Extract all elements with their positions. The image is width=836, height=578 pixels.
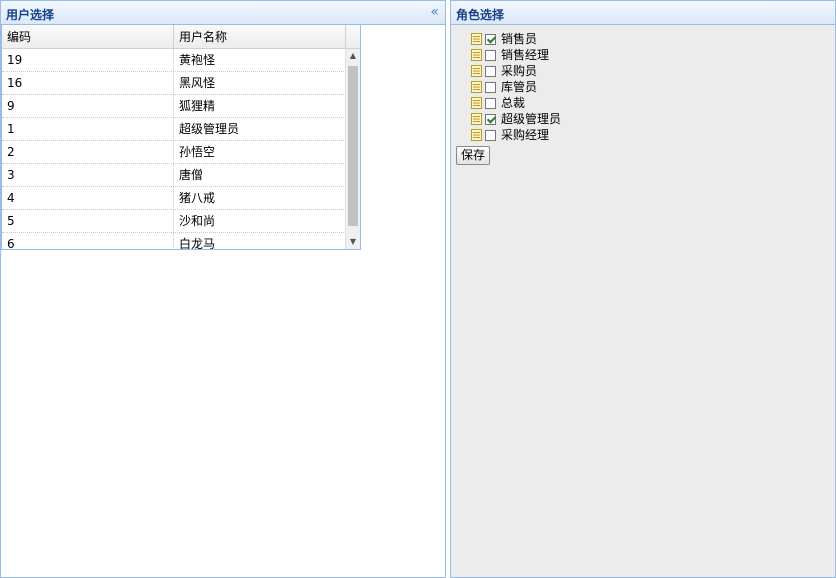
cell-id: 3 bbox=[2, 164, 174, 187]
cell-name: 猪八戒 bbox=[179, 191, 216, 205]
document-icon bbox=[471, 81, 482, 93]
table-row[interactable]: 1 超级管理员 bbox=[2, 118, 346, 141]
role-checkbox[interactable] bbox=[485, 65, 496, 77]
table-row[interactable]: 3 唐僧 bbox=[2, 164, 346, 187]
user-grid: 编码 用户名称 19 黄袍怪 16 黑风怪 9 狐狸精 1 超级管理员 2 孙悟… bbox=[1, 25, 361, 250]
scroll-down-arrow-icon[interactable]: ▼ bbox=[346, 235, 360, 249]
table-row[interactable]: 6 白龙马 bbox=[2, 233, 346, 249]
role-tree-node: 超级管理员 bbox=[471, 111, 561, 127]
role-label[interactable]: 超级管理员 bbox=[501, 111, 561, 127]
cell-name: 黄袍怪 bbox=[179, 53, 216, 67]
document-icon bbox=[471, 97, 482, 109]
role-label[interactable]: 销售员 bbox=[501, 31, 537, 47]
table-row[interactable]: 16 黑风怪 bbox=[2, 72, 346, 95]
table-row[interactable]: 4 猪八戒 bbox=[2, 187, 346, 210]
role-checkbox[interactable] bbox=[485, 81, 496, 93]
user-select-panel-title: 用户选择 bbox=[6, 8, 55, 22]
role-select-panel-header: 角色选择 bbox=[451, 1, 835, 25]
save-button[interactable]: 保存 bbox=[456, 146, 491, 165]
role-tree-node: 销售员 bbox=[471, 31, 561, 47]
grid-scrollbar[interactable]: ▲ ▼ bbox=[345, 49, 360, 249]
document-icon bbox=[471, 65, 482, 77]
role-tree-node: 库管员 bbox=[471, 79, 561, 95]
column-header-id[interactable]: 编码 bbox=[2, 25, 174, 49]
role-select-panel-title: 角色选择 bbox=[456, 8, 505, 22]
cell-name: 唐僧 bbox=[179, 168, 204, 182]
user-select-panel-header: 用户选择 « bbox=[1, 1, 445, 25]
role-tree-node: 销售经理 bbox=[471, 47, 561, 63]
cell-name: 沙和尚 bbox=[179, 214, 216, 228]
role-checkbox[interactable] bbox=[485, 129, 496, 141]
role-tree-node: 采购经理 bbox=[471, 127, 561, 143]
role-label[interactable]: 销售经理 bbox=[501, 47, 549, 63]
role-checkbox[interactable] bbox=[485, 33, 496, 45]
role-tree: 销售员 销售经理 采购员 库管员 总裁 超级管理员 采购经理 bbox=[471, 31, 561, 143]
role-select-panel: 角色选择 销售员 销售经理 采购员 库管员 总裁 超级管理员 采购经理 保存 bbox=[450, 0, 836, 578]
user-grid-header: 编码 用户名称 bbox=[2, 25, 360, 49]
document-icon bbox=[471, 129, 482, 141]
role-label[interactable]: 采购员 bbox=[501, 63, 537, 79]
table-row[interactable]: 2 孙悟空 bbox=[2, 141, 346, 164]
cell-id: 16 bbox=[2, 72, 174, 95]
cell-name: 黑风怪 bbox=[179, 76, 216, 90]
role-label[interactable]: 库管员 bbox=[501, 79, 537, 95]
cell-id: 9 bbox=[2, 95, 174, 118]
role-checkbox[interactable] bbox=[485, 97, 496, 109]
scroll-thumb[interactable] bbox=[348, 66, 358, 226]
column-header-spacer bbox=[346, 25, 360, 49]
user-grid-body: 19 黄袍怪 16 黑风怪 9 狐狸精 1 超级管理员 2 孙悟空 3 唐僧 4… bbox=[2, 49, 346, 249]
role-label[interactable]: 总裁 bbox=[501, 95, 525, 111]
cell-id: 1 bbox=[2, 118, 174, 141]
cell-id: 19 bbox=[2, 49, 174, 72]
cell-id: 4 bbox=[2, 187, 174, 210]
cell-name: 超级管理员 bbox=[179, 122, 240, 136]
double-chevron-left-icon[interactable]: « bbox=[430, 4, 439, 20]
table-row[interactable]: 19 黄袍怪 bbox=[2, 49, 346, 72]
role-label[interactable]: 采购经理 bbox=[501, 127, 549, 143]
role-checkbox[interactable] bbox=[485, 113, 496, 125]
cell-id: 5 bbox=[2, 210, 174, 233]
column-header-name[interactable]: 用户名称 bbox=[174, 25, 346, 49]
role-tree-node: 总裁 bbox=[471, 95, 561, 111]
table-row[interactable]: 5 沙和尚 bbox=[2, 210, 346, 233]
cell-id: 6 bbox=[2, 233, 174, 249]
table-row[interactable]: 9 狐狸精 bbox=[2, 95, 346, 118]
user-select-panel: 用户选择 « 编码 用户名称 19 黄袍怪 16 黑风怪 9 狐狸精 1 超级管… bbox=[0, 0, 446, 578]
cell-name: 孙悟空 bbox=[179, 145, 216, 159]
document-icon bbox=[471, 49, 482, 61]
role-tree-node: 采购员 bbox=[471, 63, 561, 79]
cell-id: 2 bbox=[2, 141, 174, 164]
scroll-up-arrow-icon[interactable]: ▲ bbox=[346, 49, 360, 63]
cell-name: 白龙马 bbox=[179, 237, 216, 249]
role-checkbox[interactable] bbox=[485, 49, 496, 61]
cell-name: 狐狸精 bbox=[179, 99, 216, 113]
document-icon bbox=[471, 33, 482, 45]
document-icon bbox=[471, 113, 482, 125]
